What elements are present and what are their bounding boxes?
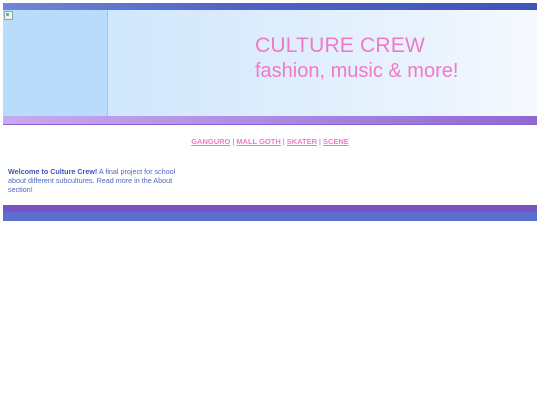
header-divider-line [3, 124, 537, 125]
nav-link-ganguro[interactable]: GANGURO [191, 137, 230, 146]
nav-link-skater[interactable]: SKATER [287, 137, 317, 146]
nav-link-mall-goth[interactable]: MALL GOTH [236, 137, 280, 146]
header-banner: CULTURE CREW fashion, music & more! [3, 10, 537, 116]
intro-text: Welcome to Culture Crew! A final project… [8, 167, 188, 194]
intro-heading: Welcome to Culture Crew! [8, 167, 98, 176]
footer-bars [3, 205, 537, 221]
site-title: CULTURE CREW [255, 34, 426, 57]
top-bar [3, 3, 537, 10]
broken-image-icon [4, 11, 13, 20]
subculture-nav: GANGURO | MALL GOTH | SKATER | SCENE [3, 137, 537, 147]
site-subtitle: fashion, music & more! [255, 60, 459, 82]
page-container: CULTURE CREW fashion, music & more! GANG… [3, 3, 537, 221]
footer-bar-purple [3, 205, 537, 212]
header-image [3, 10, 108, 116]
nav-link-scene[interactable]: SCENE [323, 137, 349, 146]
header-divider-bar [3, 116, 537, 124]
footer-bar-blue [3, 212, 537, 221]
